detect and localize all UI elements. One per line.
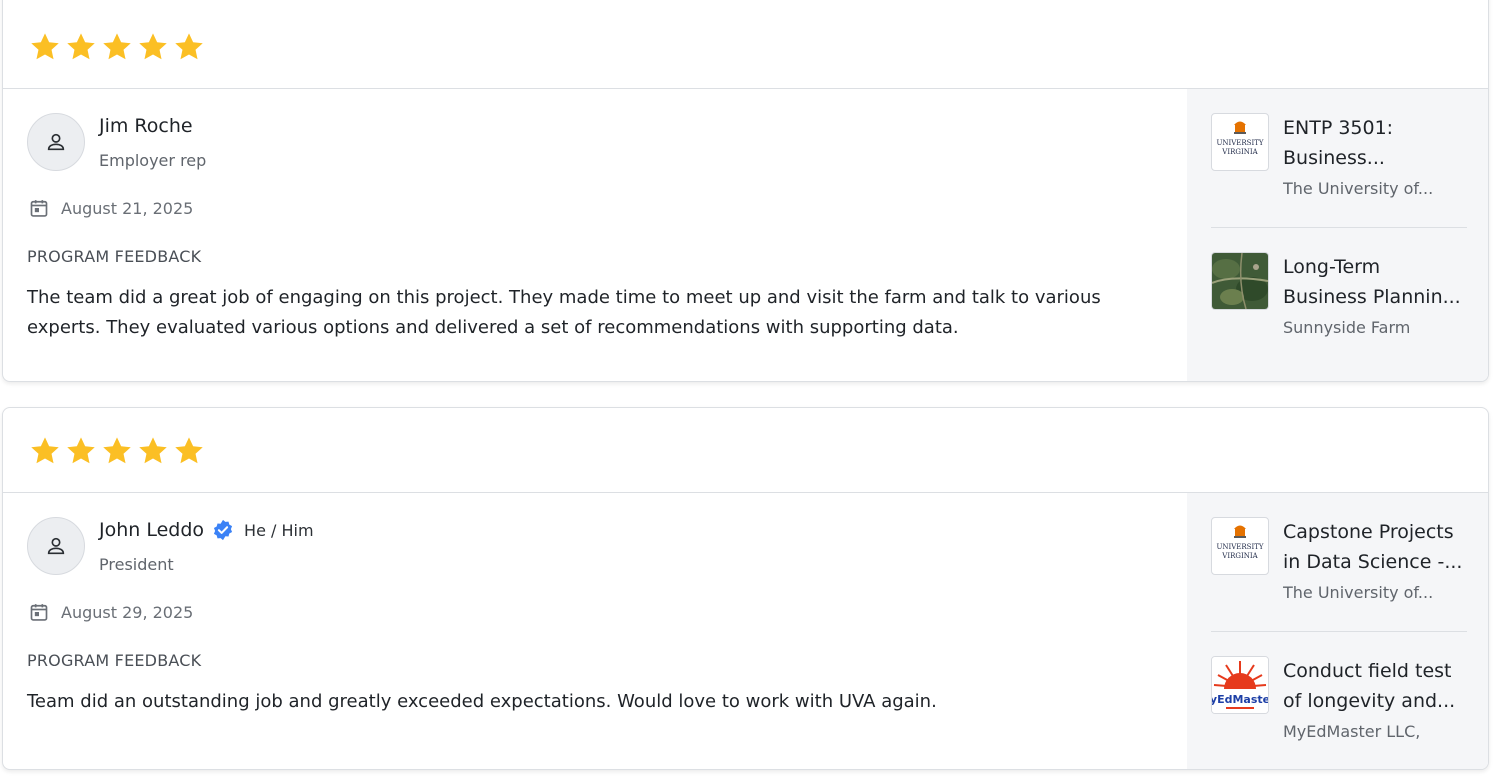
avatar[interactable] [27,113,85,171]
reviewer-header: Jim Roche [99,115,193,137]
verified-badge-icon [213,519,233,541]
star-icon [139,33,167,60]
related-projects: UNIVERSITY VIRGINIA ENTP 3501: Business.… [1187,89,1488,381]
star-icon [67,437,95,464]
feedback-text: The team did a great job of engaging on … [27,287,1101,338]
review-date: August 29, 2025 [61,602,194,622]
section-label: PROGRAM FEEDBACK [27,247,202,266]
project-org: The University of... [1283,583,1434,602]
person-icon [47,133,65,151]
review-card: Jim Roche Employer rep August 21, 2025 P… [2,0,1489,382]
review-card: John Leddo He / Him President August 29,… [2,407,1489,770]
avatar[interactable] [27,517,85,575]
calendar-icon [30,200,48,217]
svg-text:VIRGINIA: VIRGINIA [1221,552,1258,560]
svg-text:UNIVERSITY: UNIVERSITY [1216,543,1263,551]
star-icon [31,437,59,464]
reviewer-name[interactable]: Jim Roche [99,115,193,137]
section-label: PROGRAM FEEDBACK [27,651,202,670]
star-icon [67,33,95,60]
project-org: MyEdMaster LLC, [1283,722,1421,741]
reviewer-pronouns: He / Him [244,520,314,540]
project-title[interactable]: Capstone Projects in Data Science -... [1283,517,1469,577]
reviewer-role: President [99,555,174,574]
divider [1211,227,1467,228]
person-icon [47,537,65,555]
star-rating [29,31,205,63]
star-icon [139,437,167,464]
project-org: The University of... [1283,179,1434,198]
myedmaster-logo-icon: yEdMaste [1211,656,1269,714]
star-icon [31,33,59,60]
star-icon [175,33,203,60]
review-date-row: August 29, 2025 [29,602,193,622]
satellite-map-thumbnail-icon [1211,252,1269,310]
feedback-text: Team did an outstanding job and greatly … [27,691,937,712]
svg-text:UNIVERSITY: UNIVERSITY [1216,139,1263,147]
related-projects: UNIVERSITY VIRGINIA Capstone Projects in… [1187,493,1488,769]
reviewer-role: Employer rep [99,151,207,170]
review-main: John Leddo He / Him President August 29,… [3,493,1187,769]
project-title[interactable]: ENTP 3501: Business... [1283,113,1469,173]
calendar-icon [30,604,48,621]
uva-logo-icon: UNIVERSITY VIRGINIA [1211,517,1269,575]
svg-text:VIRGINIA: VIRGINIA [1221,148,1258,156]
divider [1211,631,1467,632]
reviewer-header: John Leddo He / Him [99,519,314,541]
review-body: John Leddo He / Him President August 29,… [3,493,1488,769]
project-title[interactable]: Conduct field test of longevity and... [1283,656,1469,716]
uva-logo-icon: UNIVERSITY VIRGINIA [1211,113,1269,171]
review-body: Jim Roche Employer rep August 21, 2025 P… [3,89,1488,381]
reviewer-name[interactable]: John Leddo [99,519,204,541]
svg-text:yEdMaste: yEdMaste [1212,693,1268,706]
project-title[interactable]: Long-Term Business Plannin... [1283,252,1469,312]
review-main: Jim Roche Employer rep August 21, 2025 P… [3,89,1187,381]
star-icon [103,33,131,60]
review-date-row: August 21, 2025 [29,198,193,218]
star-rating [29,435,205,467]
star-icon [175,437,203,464]
star-icon [103,437,131,464]
project-org: Sunnyside Farm [1283,318,1411,337]
review-date: August 21, 2025 [61,198,194,218]
